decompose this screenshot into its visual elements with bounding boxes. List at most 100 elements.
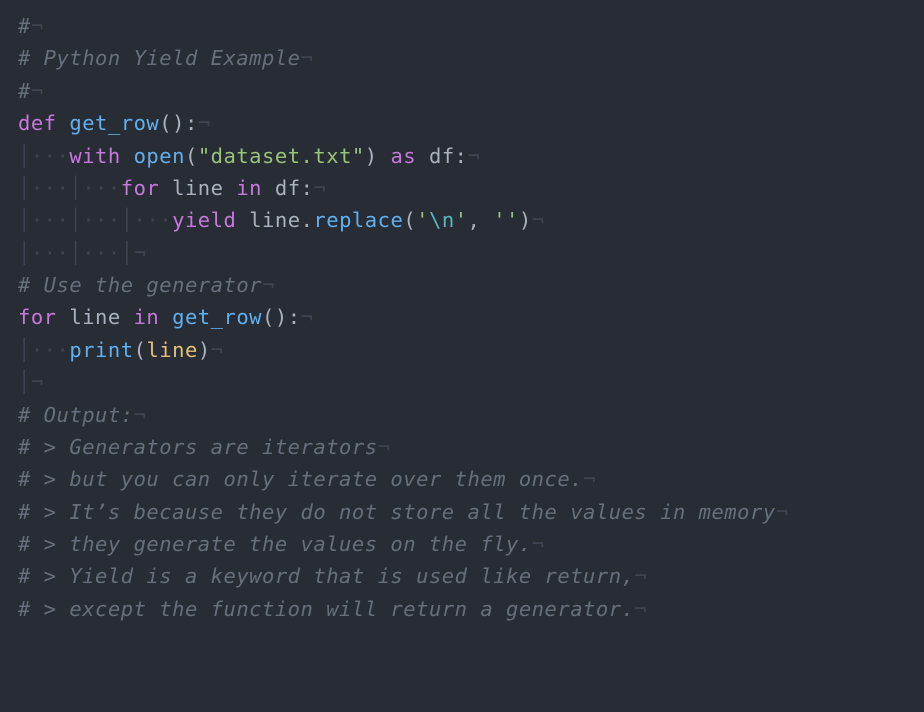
token-pn [224, 176, 237, 200]
token-guide: │ [69, 208, 82, 232]
code-line[interactable]: │¬ [18, 370, 44, 394]
token-cm: # > but you can only iterate over them o… [18, 467, 583, 491]
token-eol: ¬ [31, 370, 44, 394]
token-kw: for [18, 305, 57, 329]
token-id: line [69, 305, 120, 329]
token-eol: ¬ [313, 176, 326, 200]
token-guide: │ [18, 338, 31, 362]
code-line[interactable]: # Use the generator¬ [18, 273, 275, 297]
token-pn [121, 144, 134, 168]
token-cm: # > except the function will return a ge… [18, 597, 634, 621]
token-eol: ¬ [378, 435, 391, 459]
token-guide: │ [18, 241, 31, 265]
token-cm: # Python Yield Example [18, 46, 301, 70]
code-line[interactable]: # > Yield is a keyword that is used like… [18, 564, 647, 588]
token-pn: ( [185, 144, 198, 168]
token-ws: ··· [31, 176, 70, 200]
token-pn [159, 305, 172, 329]
token-kw: as [390, 144, 416, 168]
token-par: line [146, 338, 197, 362]
code-line[interactable]: │···│···for line in df:¬ [18, 176, 326, 200]
token-fn: replace [313, 208, 403, 232]
token-pn: : [455, 144, 468, 168]
code-line[interactable]: # > they generate the values on the fly.… [18, 532, 545, 556]
token-cm: # > Yield is a keyword that is used like… [18, 564, 634, 588]
token-eol: ¬ [301, 305, 314, 329]
token-guide: │ [18, 176, 31, 200]
token-eol: ¬ [262, 273, 275, 297]
token-ws: ··· [31, 144, 70, 168]
token-pn [236, 208, 249, 232]
token-eol: ¬ [468, 144, 481, 168]
code-line[interactable]: # > Generators are iterators¬ [18, 435, 390, 459]
token-ws: ··· [82, 241, 121, 265]
code-line[interactable]: │···│···│¬ [18, 241, 146, 265]
token-fn: get_row [172, 305, 262, 329]
token-eol: ¬ [134, 403, 147, 427]
token-eol: ¬ [198, 111, 211, 135]
token-fn: open [134, 144, 185, 168]
token-id: line [249, 208, 300, 232]
token-eol: ¬ [532, 208, 545, 232]
token-ws: ··· [82, 208, 121, 232]
token-fn: get_row [69, 111, 159, 135]
token-kw: in [236, 176, 262, 200]
token-eol: ¬ [31, 79, 44, 103]
token-guide: │ [121, 241, 134, 265]
token-pn [480, 208, 493, 232]
code-line[interactable]: #¬ [18, 79, 44, 103]
code-line[interactable]: # > It’s because they do not store all t… [18, 500, 789, 524]
code-line[interactable]: # Python Yield Example¬ [18, 46, 313, 70]
token-pn [378, 144, 391, 168]
token-esc: \n [429, 208, 455, 232]
token-pn: ) [198, 338, 211, 362]
code-line[interactable]: │···│···│···yield line.replace('\n', '')… [18, 208, 545, 232]
token-pn: . [301, 208, 314, 232]
token-guide: │ [69, 176, 82, 200]
token-eol: ¬ [31, 14, 44, 38]
token-pn [57, 111, 70, 135]
token-eol: ¬ [134, 241, 147, 265]
code-line[interactable]: │···print(line)¬ [18, 338, 224, 362]
token-ws: ··· [31, 208, 70, 232]
token-cm: # > they generate the values on the fly. [18, 532, 532, 556]
token-eol: ¬ [634, 597, 647, 621]
token-eol: ¬ [776, 500, 789, 524]
token-ws: ··· [82, 176, 121, 200]
code-line[interactable]: def get_row():¬ [18, 111, 211, 135]
code-line[interactable]: #¬ [18, 14, 44, 38]
token-kw: for [121, 176, 160, 200]
token-pn: , [468, 208, 481, 232]
token-kw: in [134, 305, 160, 329]
code-line[interactable]: for line in get_row():¬ [18, 305, 313, 329]
token-eol: ¬ [211, 338, 224, 362]
token-ws: ··· [31, 241, 70, 265]
code-line[interactable]: # > except the function will return a ge… [18, 597, 647, 621]
token-pn: (): [262, 305, 301, 329]
token-pn: ) [365, 144, 378, 168]
token-cm: # > Generators are iterators [18, 435, 378, 459]
token-pn [262, 176, 275, 200]
token-fn: print [69, 338, 133, 362]
token-str: ' [416, 208, 429, 232]
token-id: df [429, 144, 455, 168]
token-cm: # Use the generator [18, 273, 262, 297]
token-pn [57, 305, 70, 329]
token-kw: def [18, 111, 57, 135]
token-id: df [275, 176, 301, 200]
token-pn: ( [403, 208, 416, 232]
token-pn: : [301, 176, 314, 200]
code-line[interactable]: # > but you can only iterate over them o… [18, 467, 596, 491]
code-editor-view[interactable]: #¬ # Python Yield Example¬ #¬ def get_ro… [0, 0, 924, 635]
token-eol: ¬ [634, 564, 647, 588]
token-eol: ¬ [583, 467, 596, 491]
code-line[interactable]: # Output:¬ [18, 403, 146, 427]
token-pn: ) [519, 208, 532, 232]
token-kw: with [69, 144, 120, 168]
token-guide: │ [18, 208, 31, 232]
code-line[interactable]: │···with open("dataset.txt") as df:¬ [18, 144, 480, 168]
token-cm: # Output: [18, 403, 134, 427]
token-cm: # [18, 14, 31, 38]
token-str: "dataset.txt" [198, 144, 365, 168]
token-ws: ··· [31, 338, 70, 362]
